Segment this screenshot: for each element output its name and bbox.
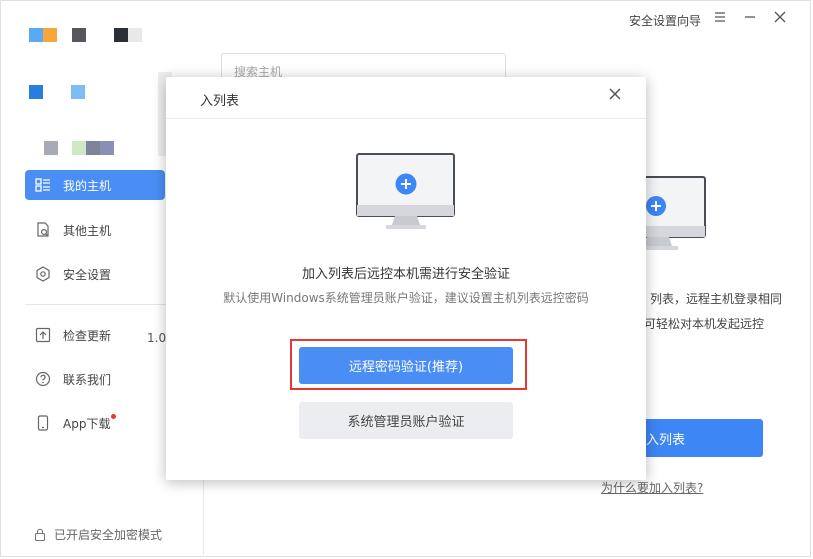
sidebar-item-label: 联系我们 [63,372,112,387]
setup-wizard-link[interactable]: 安全设置向导 [629,12,701,29]
encrypt-mode-status: 已开启安全加密模式 [34,526,162,543]
document-search-icon [35,222,51,238]
bg-description-line2: 可轻松对本机发起远控 [644,317,765,331]
hexagon-settings-icon [35,266,51,282]
question-icon [35,371,51,387]
close-icon[interactable] [773,10,787,28]
notification-dot [111,413,117,419]
upload-icon [35,327,51,343]
sidebar-item-my-hosts[interactable]: 我的主机 [25,170,165,200]
admin-account-verify-button[interactable]: 系统管理员账户验证 [299,402,513,439]
phone-icon [35,415,51,431]
sidebar-item-label: App下载 [63,416,111,431]
dialog-title: 入列表 [200,94,240,109]
sidebar-item-label: 检查更新 [63,328,112,343]
app-window: 安全设置向导 我的主机 其他主机 安全设置 检查更新 1.0. 联系我们 App… [0,0,813,559]
sidebar-item-other-hosts[interactable]: 其他主机 [25,215,165,245]
sidebar-divider [25,304,175,305]
dialog-subtext: 默认使用Windows系统管理员账户验证，建议设置主机列表远控密码 [223,291,589,305]
remote-password-verify-button[interactable]: 远程密码验证(推荐) [299,347,513,384]
sidebar-item-app-download[interactable]: App下载 [25,408,165,438]
why-add-link[interactable]: 为什么要加入列表? [601,479,703,496]
add-to-list-dialog: 入列表 加入列表后远控本机需进行安全验证 默认使用Windows系统管理员账户验… [166,77,646,480]
menu-icon[interactable] [713,10,727,28]
dialog-header: 入列表 [166,77,646,119]
monitor-plus-icon [356,153,455,229]
lock-icon [34,528,46,541]
sidebar-item-security-settings[interactable]: 安全设置 [25,259,165,289]
sidebar-item-label: 其他主机 [63,223,112,238]
sidebar-item-check-update[interactable]: 检查更新 [25,320,165,350]
encrypt-mode-label: 已开启安全加密模式 [54,528,163,542]
dialog-close-icon[interactable] [607,87,623,103]
sidebar-item-label: 我的主机 [63,178,112,193]
sidebar-item-contact[interactable]: 联系我们 [25,364,165,394]
dialog-heading: 加入列表后远控本机需进行安全验证 [301,267,510,282]
bg-description-line1: 列表，远程主机登录相同 [650,292,783,306]
minimize-icon[interactable] [743,10,757,28]
host-list-icon [35,177,51,193]
sidebar-item-label: 安全设置 [63,267,112,282]
